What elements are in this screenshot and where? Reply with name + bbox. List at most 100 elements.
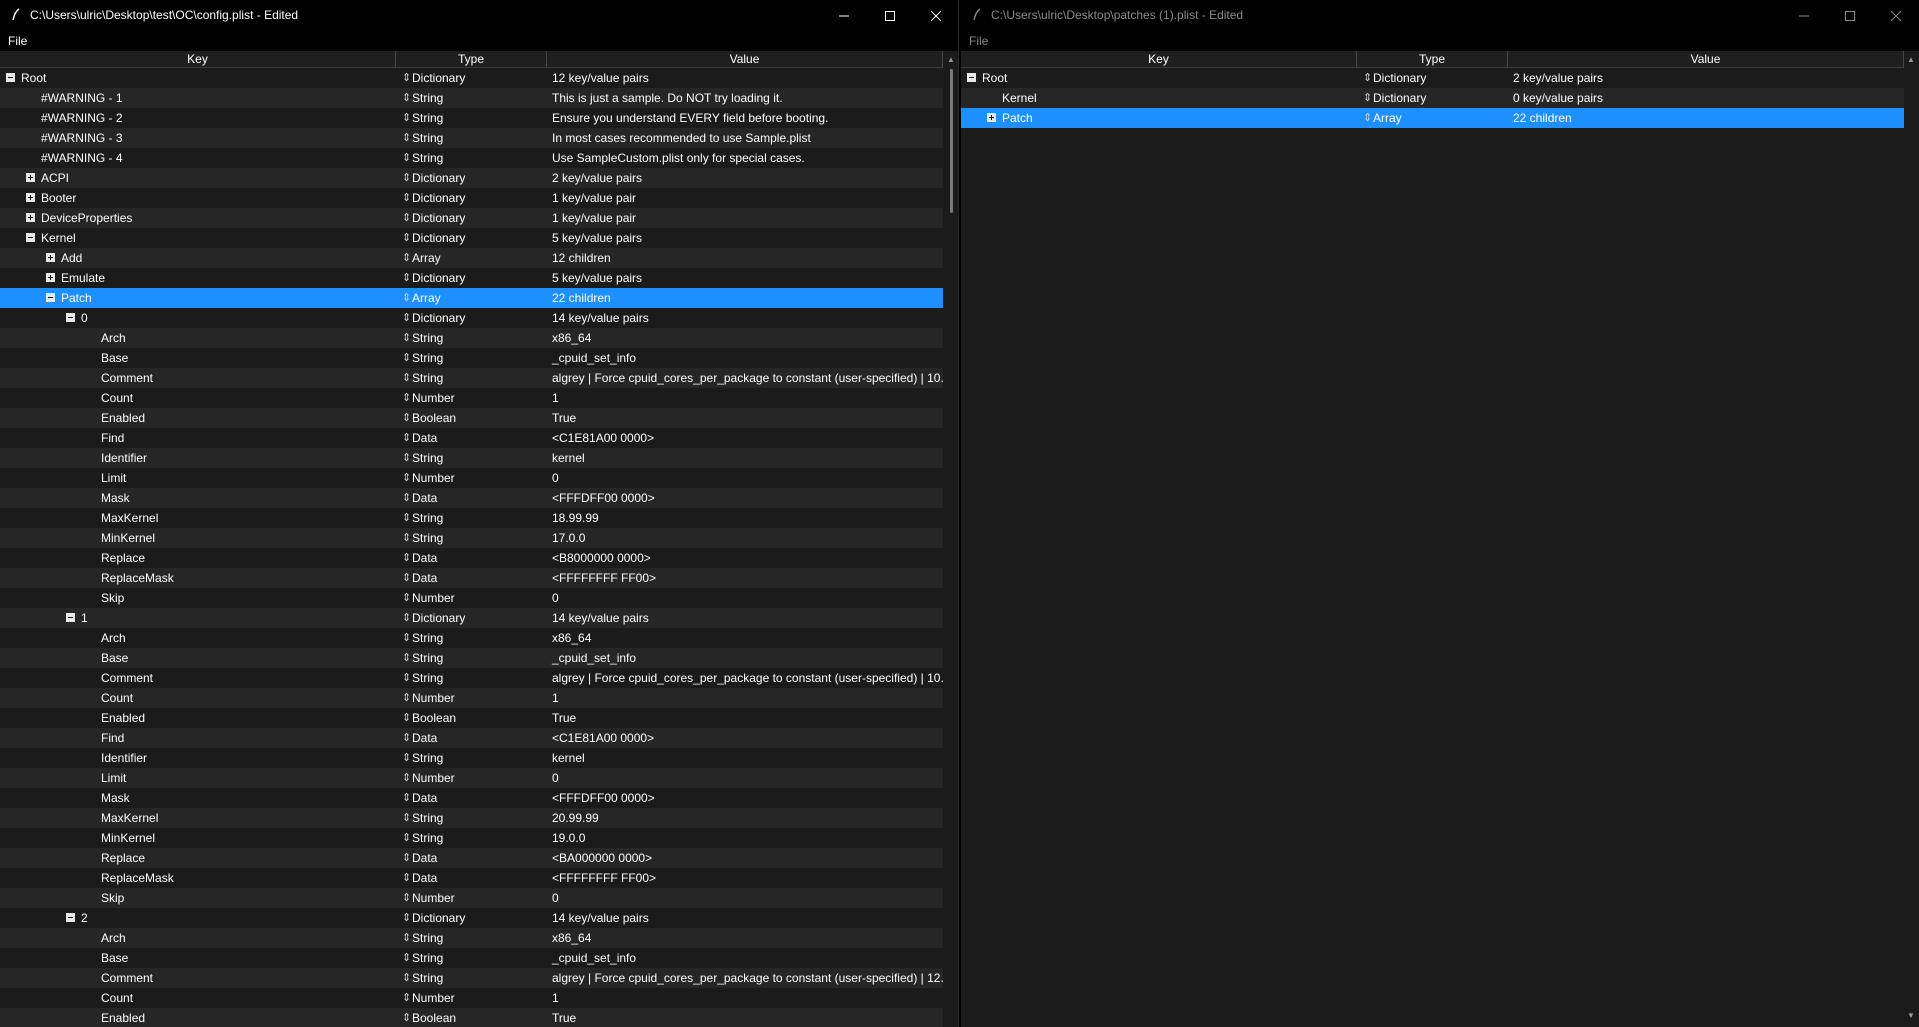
type-cell[interactable]: ⇕ String — [396, 108, 547, 128]
value-cell[interactable]: _cpuid_set_info — [547, 948, 943, 968]
type-selector-icon[interactable]: ⇕ — [402, 488, 411, 508]
key-cell[interactable]: Mask — [0, 488, 396, 508]
key-cell[interactable]: Kernel — [0, 228, 396, 248]
value-cell[interactable]: 1 — [547, 988, 943, 1008]
type-selector-icon[interactable]: ⇕ — [402, 808, 411, 828]
key-cell[interactable]: Comment — [0, 968, 396, 988]
type-cell[interactable]: ⇕ String — [396, 668, 547, 688]
key-cell[interactable]: ACPI — [0, 168, 396, 188]
value-cell[interactable]: 14 key/value pairs — [547, 308, 943, 328]
type-selector-icon[interactable]: ⇕ — [402, 108, 411, 128]
type-selector-icon[interactable]: ⇕ — [402, 908, 411, 928]
type-selector-icon[interactable]: ⇕ — [402, 148, 411, 168]
type-cell[interactable]: ⇕ Boolean — [396, 408, 547, 428]
key-cell[interactable]: Enabled — [0, 408, 396, 428]
key-cell[interactable]: Base — [0, 948, 396, 968]
key-cell[interactable]: Find — [0, 728, 396, 748]
maximize-button[interactable] — [867, 0, 913, 31]
value-cell[interactable]: 1 key/value pair — [547, 188, 943, 208]
type-cell[interactable]: ⇕ Dictionary — [396, 68, 547, 88]
value-cell[interactable]: x86_64 — [547, 628, 943, 648]
type-cell[interactable]: ⇕ String — [396, 648, 547, 668]
tree-row[interactable]: DeviceProperties ⇕ Dictionary 1 key/value p… — [0, 208, 943, 228]
column-header-value[interactable]: Value — [547, 51, 943, 68]
tree-row[interactable]: Base ⇕ String _cpuid_set_info — [0, 648, 943, 668]
tree-row[interactable]: ReplaceMask ⇕ Data <FFFFFFFF FF00> — [0, 568, 943, 588]
value-cell[interactable]: 22 children — [1508, 108, 1904, 128]
key-cell[interactable]: 1 — [0, 608, 396, 628]
type-cell[interactable]: ⇕ Number — [396, 768, 547, 788]
key-cell[interactable]: Arch — [0, 628, 396, 648]
key-cell[interactable]: Skip — [0, 588, 396, 608]
type-selector-icon[interactable]: ⇕ — [402, 328, 411, 348]
tree-row[interactable]: Enabled ⇕ Boolean True — [0, 408, 943, 428]
tree-row[interactable]: MinKernel ⇕ String 17.0.0 — [0, 528, 943, 548]
type-selector-icon[interactable]: ⇕ — [402, 468, 411, 488]
type-selector-icon[interactable]: ⇕ — [402, 288, 411, 308]
value-cell[interactable]: 1 — [547, 388, 943, 408]
key-cell[interactable]: Booter — [0, 188, 396, 208]
tree-row[interactable]: #WARNING - 1 ⇕ String This is just a sample… — [0, 88, 943, 108]
tree-row[interactable]: Kernel ⇕ Dictionary 5 key/value pairs — [0, 228, 943, 248]
vertical-scrollbar[interactable]: ▲ — [945, 51, 958, 1027]
column-header-type[interactable]: Type — [396, 51, 547, 68]
type-selector-icon[interactable]: ⇕ — [402, 188, 411, 208]
type-selector-icon[interactable]: ⇕ — [402, 688, 411, 708]
tree-row[interactable]: Add ⇕ Array 12 children — [0, 248, 943, 268]
type-selector-icon[interactable]: ⇕ — [402, 828, 411, 848]
key-cell[interactable]: Mask — [0, 788, 396, 808]
type-cell[interactable]: ⇕ Dictionary — [1357, 88, 1508, 108]
tree-row[interactable]: Identifier ⇕ String kernel — [0, 748, 943, 768]
value-cell[interactable]: _cpuid_set_info — [547, 348, 943, 368]
type-cell[interactable]: ⇕ Dictionary — [396, 908, 547, 928]
tree-row[interactable]: Count ⇕ Number 1 — [0, 688, 943, 708]
column-header-key[interactable]: Key — [961, 51, 1357, 68]
tree-row[interactable]: Arch ⇕ String x86_64 — [0, 328, 943, 348]
value-cell[interactable]: Use SampleCustom.plist only for special … — [547, 148, 943, 168]
column-header-value[interactable]: Value — [1508, 51, 1904, 68]
type-cell[interactable]: ⇕ Number — [396, 988, 547, 1008]
key-cell[interactable]: Replace — [0, 548, 396, 568]
tree-row[interactable]: ReplaceMask ⇕ Data <FFFFFFFF FF00> — [0, 868, 943, 888]
value-cell[interactable]: True — [547, 708, 943, 728]
type-cell[interactable]: ⇕ Dictionary — [396, 208, 547, 228]
type-cell[interactable]: ⇕ Number — [396, 468, 547, 488]
type-selector-icon[interactable]: ⇕ — [402, 948, 411, 968]
type-selector-icon[interactable]: ⇕ — [402, 88, 411, 108]
type-selector-icon[interactable]: ⇕ — [402, 308, 411, 328]
type-selector-icon[interactable]: ⇕ — [402, 408, 411, 428]
key-cell[interactable]: Patch — [0, 288, 396, 308]
tree-row[interactable]: MaxKernel ⇕ String 20.99.99 — [0, 808, 943, 828]
value-cell[interactable]: 0 — [547, 888, 943, 908]
collapse-icon[interactable] — [46, 293, 55, 302]
type-selector-icon[interactable]: ⇕ — [402, 728, 411, 748]
title-bar[interactable]: C:\Users\ulric\Desktop\patches (1).plist… — [961, 0, 1919, 31]
type-selector-icon[interactable]: ⇕ — [402, 388, 411, 408]
value-cell[interactable]: algrey | Force cpuid_cores_per_package t… — [547, 668, 943, 688]
value-cell[interactable]: 19.0.0 — [547, 828, 943, 848]
type-cell[interactable]: ⇕ String — [396, 628, 547, 648]
type-selector-icon[interactable]: ⇕ — [402, 248, 411, 268]
collapse-icon[interactable] — [6, 73, 15, 82]
menu-file[interactable]: File — [969, 34, 988, 48]
key-cell[interactable]: Count — [0, 688, 396, 708]
value-cell[interactable]: 1 key/value pair — [547, 208, 943, 228]
column-header-key[interactable]: Key — [0, 51, 396, 68]
key-cell[interactable]: Count — [0, 388, 396, 408]
value-cell[interactable]: 17.0.0 — [547, 528, 943, 548]
scroll-up-icon[interactable]: ▲ — [1906, 55, 1916, 65]
type-selector-icon[interactable]: ⇕ — [402, 988, 411, 1008]
tree-row[interactable]: Skip ⇕ Number 0 — [0, 888, 943, 908]
collapse-icon[interactable] — [66, 613, 75, 622]
type-cell[interactable]: ⇕ String — [396, 508, 547, 528]
type-selector-icon[interactable]: ⇕ — [402, 128, 411, 148]
key-cell[interactable]: MinKernel — [0, 528, 396, 548]
tree-row[interactable]: MaxKernel ⇕ String 18.99.99 — [0, 508, 943, 528]
tree-row[interactable]: Mask ⇕ Data <FFFDFF00 0000> — [0, 488, 943, 508]
type-cell[interactable]: ⇕ Boolean — [396, 708, 547, 728]
type-selector-icon[interactable]: ⇕ — [402, 628, 411, 648]
tree-row[interactable]: MinKernel ⇕ String 19.0.0 — [0, 828, 943, 848]
expand-icon[interactable] — [46, 253, 55, 262]
value-cell[interactable]: 5 key/value pairs — [547, 268, 943, 288]
key-cell[interactable]: Limit — [0, 768, 396, 788]
